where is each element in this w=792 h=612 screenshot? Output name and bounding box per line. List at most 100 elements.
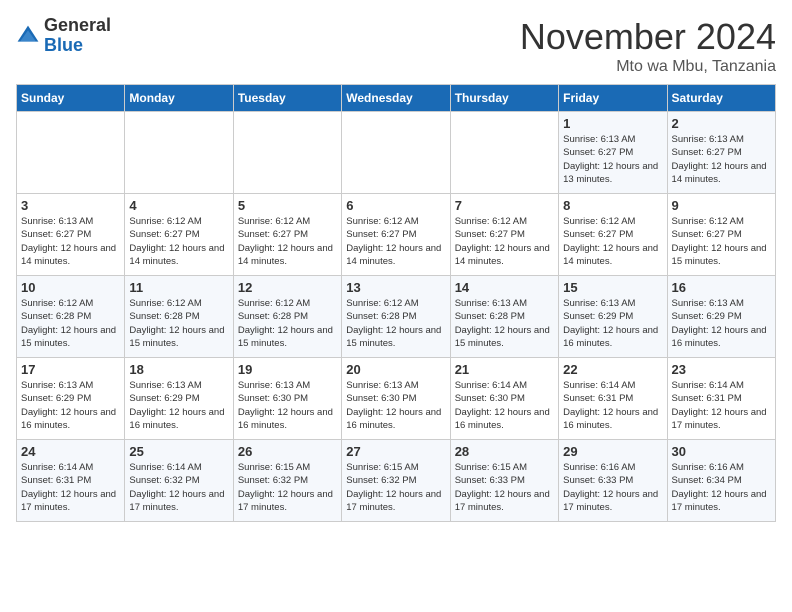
calendar: SundayMondayTuesdayWednesdayThursdayFrid… — [16, 84, 776, 522]
table-row: 30 Sunrise: 6:16 AM Sunset: 6:34 PM Dayli… — [667, 440, 775, 522]
header-saturday: Saturday — [667, 85, 775, 112]
day-info: Sunrise: 6:12 AM Sunset: 6:28 PM Dayligh… — [21, 297, 120, 350]
day-number: 5 — [238, 198, 337, 213]
day-info: Sunrise: 6:12 AM Sunset: 6:27 PM Dayligh… — [238, 215, 337, 268]
day-info: Sunrise: 6:13 AM Sunset: 6:27 PM Dayligh… — [21, 215, 120, 268]
calendar-header-row: SundayMondayTuesdayWednesdayThursdayFrid… — [17, 85, 776, 112]
header-tuesday: Tuesday — [233, 85, 341, 112]
day-number: 9 — [672, 198, 771, 213]
logo-icon — [16, 24, 40, 48]
header-friday: Friday — [559, 85, 667, 112]
week-row-1: 1 Sunrise: 6:13 AM Sunset: 6:27 PM Daylig… — [17, 112, 776, 194]
day-number: 4 — [129, 198, 228, 213]
table-row: 12Sunrise: 6:12 AM Sunset: 6:28 PM Dayli… — [233, 276, 341, 358]
day-number: 27 — [346, 444, 445, 459]
day-number: 23 — [672, 362, 771, 377]
day-info: Sunrise: 6:13 AM Sunset: 6:28 PM Dayligh… — [455, 297, 554, 350]
header-sunday: Sunday — [17, 85, 125, 112]
day-info: Sunrise: 6:12 AM Sunset: 6:27 PM Dayligh… — [672, 215, 771, 268]
day-number: 26 — [238, 444, 337, 459]
day-info: Sunrise: 6:13 AM Sunset: 6:27 PM Dayligh… — [563, 133, 662, 186]
day-info: Sunrise: 6:13 AM Sunset: 6:30 PM Dayligh… — [238, 379, 337, 432]
logo-text-blue: Blue — [44, 35, 83, 55]
table-row: 8Sunrise: 6:12 AM Sunset: 6:27 PM Daylig… — [559, 194, 667, 276]
day-info: Sunrise: 6:14 AM Sunset: 6:30 PM Dayligh… — [455, 379, 554, 432]
table-row — [17, 112, 125, 194]
page-header: General Blue November 2024 Mto wa Mbu, T… — [16, 16, 776, 76]
day-number: 28 — [455, 444, 554, 459]
calendar-body: 1 Sunrise: 6:13 AM Sunset: 6:27 PM Daylig… — [17, 112, 776, 522]
table-row: 6Sunrise: 6:12 AM Sunset: 6:27 PM Daylig… — [342, 194, 450, 276]
day-info: Sunrise: 6:15 AM Sunset: 6:33 PM Dayligh… — [455, 461, 554, 514]
table-row: 25 Sunrise: 6:14 AM Sunset: 6:32 PM Dayli… — [125, 440, 233, 522]
table-row: 9 Sunrise: 6:12 AM Sunset: 6:27 PM Daylig… — [667, 194, 775, 276]
day-number: 3 — [21, 198, 120, 213]
header-wednesday: Wednesday — [342, 85, 450, 112]
table-row: 20 Sunrise: 6:13 AM Sunset: 6:30 PM Dayli… — [342, 358, 450, 440]
day-info: Sunrise: 6:13 AM Sunset: 6:29 PM Dayligh… — [672, 297, 771, 350]
day-number: 16 — [672, 280, 771, 295]
table-row: 10 Sunrise: 6:12 AM Sunset: 6:28 PM Dayli… — [17, 276, 125, 358]
day-number: 7 — [455, 198, 554, 213]
table-row: 16 Sunrise: 6:13 AM Sunset: 6:29 PM Dayli… — [667, 276, 775, 358]
day-number: 21 — [455, 362, 554, 377]
table-row: 26 Sunrise: 6:15 AM Sunset: 6:32 PM Dayli… — [233, 440, 341, 522]
day-number: 19 — [238, 362, 337, 377]
day-info: Sunrise: 6:15 AM Sunset: 6:32 PM Dayligh… — [238, 461, 337, 514]
table-row: 17Sunrise: 6:13 AM Sunset: 6:29 PM Dayli… — [17, 358, 125, 440]
day-number: 20 — [346, 362, 445, 377]
day-info: Sunrise: 6:16 AM Sunset: 6:33 PM Dayligh… — [563, 461, 662, 514]
day-number: 11 — [129, 280, 228, 295]
day-info: Sunrise: 6:12 AM Sunset: 6:28 PM Dayligh… — [346, 297, 445, 350]
week-row-3: 10 Sunrise: 6:12 AM Sunset: 6:28 PM Dayli… — [17, 276, 776, 358]
day-number: 13 — [346, 280, 445, 295]
day-number: 22 — [563, 362, 662, 377]
table-row — [450, 112, 558, 194]
day-number: 30 — [672, 444, 771, 459]
day-info: Sunrise: 6:12 AM Sunset: 6:28 PM Dayligh… — [129, 297, 228, 350]
table-row: 4 Sunrise: 6:12 AM Sunset: 6:27 PM Daylig… — [125, 194, 233, 276]
day-number: 15 — [563, 280, 662, 295]
table-row: 19 Sunrise: 6:13 AM Sunset: 6:30 PM Dayli… — [233, 358, 341, 440]
day-info: Sunrise: 6:14 AM Sunset: 6:31 PM Dayligh… — [672, 379, 771, 432]
table-row: 11 Sunrise: 6:12 AM Sunset: 6:28 PM Dayli… — [125, 276, 233, 358]
day-info: Sunrise: 6:16 AM Sunset: 6:34 PM Dayligh… — [672, 461, 771, 514]
day-info: Sunrise: 6:13 AM Sunset: 6:29 PM Dayligh… — [129, 379, 228, 432]
table-row: 18 Sunrise: 6:13 AM Sunset: 6:29 PM Dayli… — [125, 358, 233, 440]
table-row: 3 Sunrise: 6:13 AM Sunset: 6:27 PM Daylig… — [17, 194, 125, 276]
table-row: 1 Sunrise: 6:13 AM Sunset: 6:27 PM Daylig… — [559, 112, 667, 194]
day-info: Sunrise: 6:13 AM Sunset: 6:27 PM Dayligh… — [672, 133, 771, 186]
logo-text-general: General — [44, 15, 111, 35]
day-number: 25 — [129, 444, 228, 459]
table-row: 24 Sunrise: 6:14 AM Sunset: 6:31 PM Dayli… — [17, 440, 125, 522]
day-info: Sunrise: 6:12 AM Sunset: 6:27 PM Dayligh… — [129, 215, 228, 268]
day-info: Sunrise: 6:13 AM Sunset: 6:29 PM Dayligh… — [21, 379, 120, 432]
day-info: Sunrise: 6:12 AM Sunset: 6:27 PM Dayligh… — [563, 215, 662, 268]
table-row: 5 Sunrise: 6:12 AM Sunset: 6:27 PM Daylig… — [233, 194, 341, 276]
day-info: Sunrise: 6:14 AM Sunset: 6:32 PM Dayligh… — [129, 461, 228, 514]
week-row-2: 3 Sunrise: 6:13 AM Sunset: 6:27 PM Daylig… — [17, 194, 776, 276]
day-number: 18 — [129, 362, 228, 377]
day-info: Sunrise: 6:12 AM Sunset: 6:27 PM Dayligh… — [346, 215, 445, 268]
day-info: Sunrise: 6:12 AM Sunset: 6:27 PM Dayligh… — [455, 215, 554, 268]
week-row-5: 24 Sunrise: 6:14 AM Sunset: 6:31 PM Dayli… — [17, 440, 776, 522]
table-row: 28 Sunrise: 6:15 AM Sunset: 6:33 PM Dayli… — [450, 440, 558, 522]
day-info: Sunrise: 6:14 AM Sunset: 6:31 PM Dayligh… — [21, 461, 120, 514]
table-row: 7 Sunrise: 6:12 AM Sunset: 6:27 PM Daylig… — [450, 194, 558, 276]
table-row: 13 Sunrise: 6:12 AM Sunset: 6:28 PM Dayli… — [342, 276, 450, 358]
day-info: Sunrise: 6:13 AM Sunset: 6:30 PM Dayligh… — [346, 379, 445, 432]
table-row: 14 Sunrise: 6:13 AM Sunset: 6:28 PM Dayli… — [450, 276, 558, 358]
month-title: November 2024 — [520, 16, 776, 58]
table-row: 2Sunrise: 6:13 AM Sunset: 6:27 PM Daylig… — [667, 112, 775, 194]
table-row — [233, 112, 341, 194]
logo: General Blue — [16, 16, 111, 56]
day-number: 14 — [455, 280, 554, 295]
table-row: 23 Sunrise: 6:14 AM Sunset: 6:31 PM Dayli… — [667, 358, 775, 440]
day-number: 1 — [563, 116, 662, 131]
day-number: 10 — [21, 280, 120, 295]
day-info: Sunrise: 6:14 AM Sunset: 6:31 PM Dayligh… — [563, 379, 662, 432]
day-number: 29 — [563, 444, 662, 459]
title-block: November 2024 Mto wa Mbu, Tanzania — [520, 16, 776, 76]
table-row — [342, 112, 450, 194]
day-number: 24 — [21, 444, 120, 459]
